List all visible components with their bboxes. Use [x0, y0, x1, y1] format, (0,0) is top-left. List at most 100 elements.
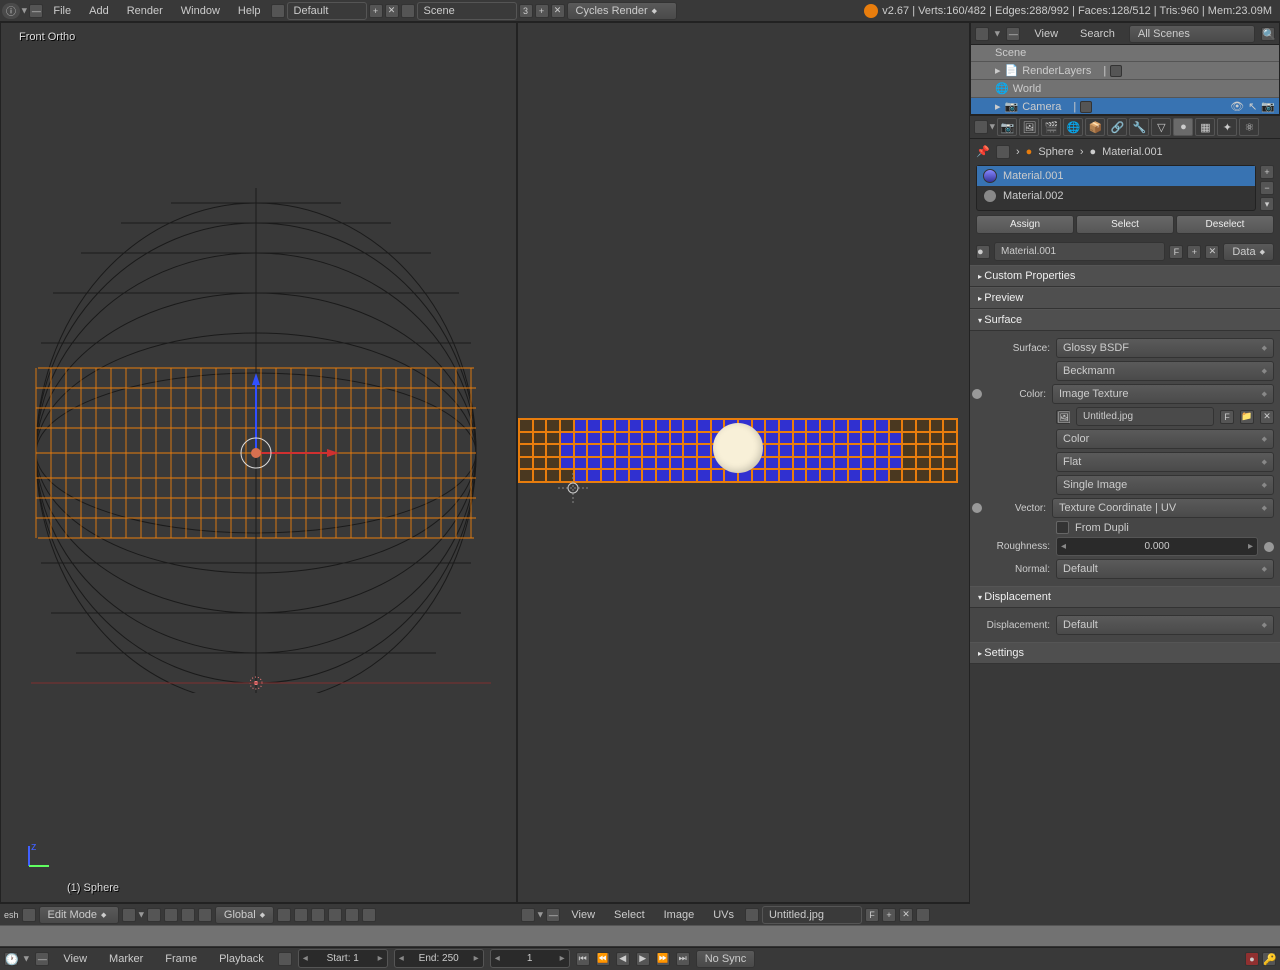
mat-browse-icon[interactable]: ●	[976, 245, 990, 259]
surface-shader-select[interactable]: Glossy BSDF	[1056, 338, 1274, 358]
tab-particles[interactable]: ✦	[1217, 118, 1237, 136]
image-add-button[interactable]: +	[882, 908, 896, 922]
play-reverse-button[interactable]: ◀	[616, 952, 630, 966]
panel-surface[interactable]: Surface	[970, 309, 1280, 331]
mat-specials-button[interactable]: ▾	[1260, 197, 1274, 211]
uv-menu-uvs[interactable]: UVs	[705, 906, 742, 924]
outliner-row-camera[interactable]: ▸📷Camera|👁↖📷	[971, 98, 1279, 115]
tab-material[interactable]: ●	[1173, 118, 1193, 136]
props-type-icon[interactable]	[974, 120, 988, 134]
selmode-edge-icon[interactable]	[294, 908, 308, 922]
roughness-field[interactable]: 0.000	[1056, 537, 1258, 556]
layout-browse-icon[interactable]	[271, 4, 285, 18]
image-browse-icon[interactable]	[745, 908, 759, 922]
uv-collapse-icon[interactable]: —	[546, 908, 560, 922]
bc-data-icon[interactable]	[996, 145, 1010, 159]
frame-end-field[interactable]: End: 250	[394, 949, 484, 968]
tab-layers[interactable]: 🖼	[1019, 118, 1039, 136]
manipulator-icon[interactable]	[164, 908, 178, 922]
menu-render[interactable]: Render	[119, 2, 171, 20]
from-dupli-checkbox[interactable]	[1056, 521, 1069, 534]
frame-current-field[interactable]: 1	[490, 949, 570, 968]
image-remove-button[interactable]: ✕	[899, 908, 913, 922]
manipulator-rotate-icon[interactable]	[198, 908, 212, 922]
outliner-cam-icon[interactable]	[1080, 101, 1092, 113]
tab-scene[interactable]: 🎬	[1041, 118, 1061, 136]
selmode-vert-icon[interactable]	[277, 908, 291, 922]
material-slot-0[interactable]: Material.001	[977, 166, 1255, 186]
projection-select[interactable]: Flat	[1056, 452, 1274, 472]
outliner-view[interactable]: View	[1026, 25, 1066, 43]
timeline-track[interactable]	[0, 925, 1280, 947]
texture-image-field[interactable]: Untitled.jpg	[1076, 407, 1214, 426]
assign-button[interactable]: Assign	[976, 215, 1074, 234]
color-socket-icon[interactable]	[972, 389, 982, 399]
snap-icon[interactable]	[362, 908, 376, 922]
mode-browse-icon[interactable]	[22, 908, 36, 922]
timeline-menu-marker[interactable]: Marker	[101, 950, 151, 968]
image-fake-button[interactable]: F	[865, 908, 879, 922]
normal-input-select[interactable]: Default	[1056, 559, 1274, 579]
timeline-expand-icon[interactable]: ▶	[23, 956, 31, 961]
vector-socket-icon[interactable]	[972, 503, 982, 513]
tab-render[interactable]: 📷	[997, 118, 1017, 136]
material-name-field[interactable]: Material.001	[994, 242, 1165, 261]
img-fake-button[interactable]: F	[1220, 410, 1234, 424]
expand-icon[interactable]: ▶	[21, 8, 29, 13]
colorspace-select[interactable]: Color	[1056, 429, 1274, 449]
tab-constraints[interactable]: 🔗	[1107, 118, 1127, 136]
props-expand-icon[interactable]: ▶	[989, 124, 997, 129]
jump-start-button[interactable]: ⏮	[576, 952, 590, 966]
jump-end-button[interactable]: ⏭	[676, 952, 690, 966]
uv-menu-view[interactable]: View	[563, 906, 603, 924]
layout-add-button[interactable]: +	[369, 4, 383, 18]
outliner-search-icon[interactable]: 🔍	[1261, 27, 1275, 41]
img-open-button[interactable]: 📁	[1240, 410, 1254, 424]
menu-add[interactable]: Add	[81, 2, 117, 20]
pin-icon[interactable]: 📌	[976, 145, 990, 159]
bc-material[interactable]: Material.001	[1102, 146, 1163, 158]
mat-fake-button[interactable]: F	[1169, 245, 1183, 259]
timeline-menu-playback[interactable]: Playback	[211, 950, 272, 968]
uv-editor[interactable]	[517, 22, 970, 903]
timeline-type-icon[interactable]: 🕐	[4, 952, 18, 966]
tab-modifiers[interactable]: 🔧	[1129, 118, 1149, 136]
scene-select[interactable]: Scene	[417, 2, 517, 20]
screen-layout-select[interactable]: Default	[287, 2, 367, 20]
menu-help[interactable]: Help	[230, 2, 269, 20]
uv-expand-icon[interactable]: ▶	[537, 912, 545, 917]
orientation-select[interactable]: Global◆	[215, 906, 274, 924]
scene-remove-button[interactable]: ✕	[551, 4, 565, 18]
editor-type-info-icon[interactable]: ⓘ	[2, 3, 20, 19]
mat-link-select[interactable]: Data◆	[1223, 243, 1274, 261]
timeline-collapse-icon[interactable]: —	[35, 952, 49, 966]
pivot-icon[interactable]	[147, 908, 161, 922]
material-list[interactable]: Material.001 Material.002	[976, 165, 1256, 211]
distribution-select[interactable]: Beckmann	[1056, 361, 1274, 381]
limit-sel-icon[interactable]	[328, 908, 342, 922]
outliner-collapse-icon[interactable]: —	[1006, 27, 1020, 41]
panel-custom-props[interactable]: Custom Properties	[970, 265, 1280, 287]
scene-add-button[interactable]: +	[535, 4, 549, 18]
displacement-select[interactable]: Default	[1056, 615, 1274, 635]
outliner-search[interactable]: Search	[1072, 25, 1123, 43]
outliner-expand-icon[interactable]: ▶	[994, 31, 1002, 36]
outliner-type-icon[interactable]	[975, 27, 989, 41]
jump-prev-keyframe-button[interactable]: ⏪	[596, 952, 610, 966]
shading-icon[interactable]	[122, 908, 136, 922]
tab-world[interactable]: 🌐	[1063, 118, 1083, 136]
scene-users[interactable]: 3	[519, 4, 533, 18]
timeline-menu-frame[interactable]: Frame	[157, 950, 205, 968]
menu-window[interactable]: Window	[173, 2, 228, 20]
roughness-node-button[interactable]	[1264, 542, 1274, 552]
color-input-select[interactable]: Image Texture	[1052, 384, 1274, 404]
deselect-button[interactable]: Deselect	[1176, 215, 1274, 234]
panel-displacement[interactable]: Displacement	[970, 586, 1280, 608]
tab-texture[interactable]: ▦	[1195, 118, 1215, 136]
tab-object[interactable]: 📦	[1085, 118, 1105, 136]
mat-add-button[interactable]: +	[1260, 165, 1274, 179]
image-name-field[interactable]: Untitled.jpg	[762, 906, 862, 924]
layout-remove-button[interactable]: ✕	[385, 4, 399, 18]
autokey-button[interactable]: ●	[1245, 952, 1259, 966]
keying-set-icon[interactable]: 🔑	[1262, 952, 1276, 966]
